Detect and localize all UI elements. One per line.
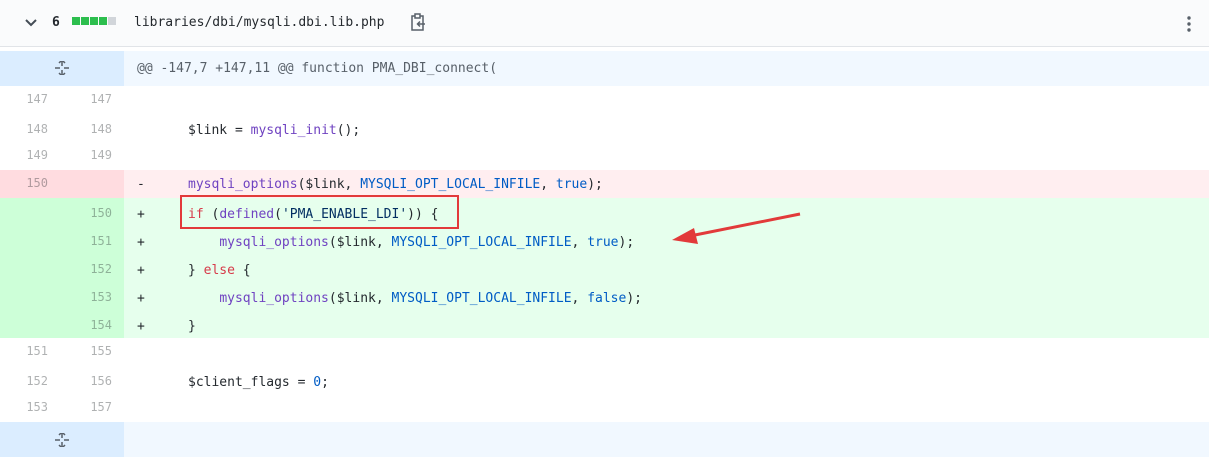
chevron-down-icon[interactable] bbox=[22, 14, 40, 32]
new-line-number[interactable]: 149 bbox=[62, 148, 112, 162]
code-token: , bbox=[540, 177, 556, 192]
diffstat-neutral-block bbox=[108, 17, 116, 25]
code-token: ($link, bbox=[297, 177, 361, 192]
code-token: 0 bbox=[313, 375, 322, 390]
code-token: ($link, bbox=[328, 235, 392, 250]
code-text: $client_flags = 0; bbox=[188, 375, 329, 390]
code-token: (); bbox=[336, 123, 361, 138]
diff-line-context: 148 148 $link = mysqli_init(); bbox=[0, 113, 1209, 142]
old-line-number[interactable]: 151 bbox=[0, 344, 48, 358]
old-line-number[interactable]: 148 bbox=[0, 122, 48, 136]
code-token: ); bbox=[626, 291, 642, 306]
diffstat-added-block bbox=[90, 17, 98, 25]
clipboard-icon[interactable] bbox=[409, 13, 427, 33]
new-line-number[interactable]: 156 bbox=[62, 374, 112, 388]
new-line-number[interactable]: 150 bbox=[62, 206, 112, 220]
new-line-number[interactable]: 155 bbox=[62, 344, 112, 358]
diff-marker: + bbox=[137, 319, 145, 334]
code-token: , bbox=[571, 291, 588, 306]
code-token: ; bbox=[321, 375, 329, 390]
new-line-number[interactable]: 151 bbox=[62, 234, 112, 248]
code-token: else bbox=[203, 263, 235, 278]
diff-line-added: 154 +} bbox=[0, 310, 1209, 338]
new-line-number[interactable]: 148 bbox=[62, 122, 112, 136]
diff-marker: + bbox=[137, 207, 145, 222]
code-token: mysqli_options bbox=[219, 235, 329, 250]
diff-line-added: 153 + mysqli_options($link, MYSQLI_OPT_LO… bbox=[0, 282, 1209, 310]
diffstat-added-block bbox=[81, 17, 89, 25]
code-token: $link = bbox=[188, 123, 251, 138]
diff-line-context: 151 155 bbox=[0, 338, 1209, 366]
old-line-number[interactable]: 147 bbox=[0, 92, 48, 106]
code-token: { bbox=[234, 263, 251, 278]
new-line-number[interactable]: 147 bbox=[62, 92, 112, 106]
diff-line-context: 149 149 bbox=[0, 142, 1209, 170]
hunk-header-row: @@ -147,7 +147,11 @@ function PMA_DBI_co… bbox=[0, 51, 1209, 86]
diff-line-deleted: 150 - mysqli_options($link, MYSQLI_OPT_LOC… bbox=[0, 170, 1209, 198]
new-line-number[interactable]: 157 bbox=[62, 400, 112, 414]
diff-line-added: 152 +} else { bbox=[0, 254, 1209, 282]
code-text: mysqli_options($link, MYSQLI_OPT_LOCAL_I… bbox=[188, 177, 603, 192]
hunk-footer-row bbox=[0, 422, 1209, 457]
diff-line-added: 151 + mysqli_options($link, MYSQLI_OPT_LO… bbox=[0, 226, 1209, 254]
code-token: true bbox=[587, 235, 619, 250]
file-header: 6 libraries/dbi/mysqli.dbi.lib.php bbox=[0, 0, 1209, 47]
expand-gutter-bottom[interactable] bbox=[0, 422, 124, 457]
code-token: false bbox=[587, 291, 627, 306]
diff-marker: - bbox=[137, 177, 145, 192]
code-token: mysqli_options bbox=[188, 177, 298, 192]
code-token: MYSQLI_OPT_LOCAL_INFILE bbox=[391, 235, 572, 250]
code-text: $link = mysqli_init(); bbox=[188, 123, 360, 138]
unfold-icon[interactable] bbox=[53, 61, 71, 75]
old-line-number[interactable]: 150 bbox=[0, 176, 48, 190]
diffstat bbox=[72, 17, 117, 25]
code-token: } bbox=[188, 263, 204, 278]
file-name-link[interactable]: libraries/dbi/mysqli.dbi.lib.php bbox=[134, 15, 384, 30]
unfold-icon[interactable] bbox=[53, 433, 71, 447]
code-token: $client_flags = bbox=[188, 375, 314, 390]
diff-line-context: 152 156 $client_flags = 0; bbox=[0, 366, 1209, 394]
diffstat-added-block bbox=[72, 17, 80, 25]
code-text: mysqli_options($link, MYSQLI_OPT_LOCAL_I… bbox=[188, 291, 642, 306]
new-line-number[interactable]: 153 bbox=[62, 290, 112, 304]
diffstat-added-block bbox=[99, 17, 107, 25]
new-line-number[interactable]: 152 bbox=[62, 262, 112, 276]
code-text: } else { bbox=[188, 263, 251, 278]
diff-line-context: 147 147 bbox=[0, 86, 1209, 114]
kebab-menu-icon[interactable] bbox=[1180, 13, 1198, 35]
code-token: ); bbox=[618, 235, 635, 250]
new-line-number[interactable]: 154 bbox=[62, 318, 112, 332]
hunk-header-text: @@ -147,7 +147,11 @@ function PMA_DBI_co… bbox=[137, 61, 498, 76]
old-line-number[interactable]: 149 bbox=[0, 148, 48, 162]
diff-marker: + bbox=[137, 235, 145, 250]
code-token: mysqli_init bbox=[250, 123, 337, 138]
highlight-box-annotation bbox=[180, 195, 459, 229]
old-line-number[interactable]: 152 bbox=[0, 374, 48, 388]
code-token: MYSQLI_OPT_LOCAL_INFILE bbox=[360, 177, 541, 192]
change-count: 6 bbox=[52, 15, 60, 30]
diff-marker: + bbox=[137, 263, 145, 278]
diff-line-context: 153 157 bbox=[0, 394, 1209, 422]
code-text: mysqli_options($link, MYSQLI_OPT_LOCAL_I… bbox=[188, 235, 634, 250]
code-token: mysqli_options bbox=[219, 291, 329, 306]
code-text: } bbox=[188, 319, 196, 334]
code-token: MYSQLI_OPT_LOCAL_INFILE bbox=[391, 291, 572, 306]
old-line-number[interactable]: 153 bbox=[0, 400, 48, 414]
expand-gutter[interactable] bbox=[0, 51, 124, 86]
code-token: } bbox=[188, 319, 196, 334]
code-token: , bbox=[571, 235, 588, 250]
code-token: ($link, bbox=[328, 291, 392, 306]
code-token: true bbox=[555, 177, 588, 192]
code-token: ); bbox=[587, 177, 603, 192]
diff-marker: + bbox=[137, 291, 145, 306]
